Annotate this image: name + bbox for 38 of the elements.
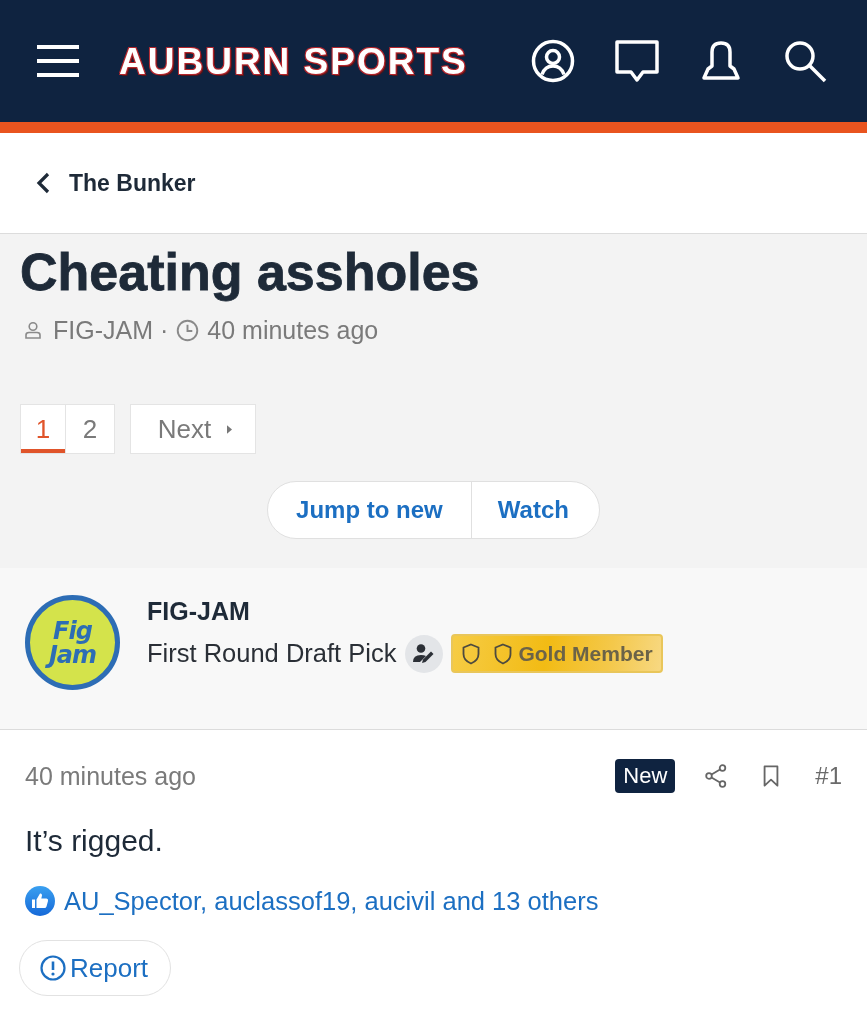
post-time: 40 minutes ago <box>25 761 196 791</box>
page-button[interactable]: 2 <box>65 404 115 454</box>
user-pen-icon <box>405 634 444 673</box>
badge-label: Gold Member <box>518 641 653 666</box>
username[interactable]: FIG-JAM <box>147 597 250 626</box>
avatar-logo-text: Fig Jam <box>42 618 103 667</box>
shield-icon <box>462 642 481 665</box>
thread-author[interactable]: FIG-JAM <box>53 315 153 345</box>
new-badge: New <box>615 759 676 793</box>
user-avatar[interactable]: Fig Jam <box>25 595 120 690</box>
user-icon <box>25 321 41 339</box>
search-icon[interactable] <box>783 39 827 83</box>
user-title: First Round Draft Pick <box>147 639 397 668</box>
site-logo[interactable]: AUBURN SPORTS <box>119 42 468 80</box>
chat-icon[interactable] <box>615 39 659 83</box>
bell-icon[interactable] <box>699 39 743 83</box>
post-body: It’s rigged. <box>25 823 163 859</box>
post-number-link[interactable]: #1 <box>815 762 842 790</box>
separator-dot: · <box>160 315 169 345</box>
clock-icon <box>176 318 200 342</box>
page-button[interactable]: 1 <box>20 404 66 454</box>
chevron-left-icon <box>36 172 50 194</box>
report-button[interactable]: Report <box>19 940 172 996</box>
like-icon <box>25 886 55 916</box>
shield-icon <box>494 642 513 665</box>
back-link[interactable]: The Bunker <box>36 169 196 197</box>
menu-icon[interactable] <box>37 45 79 77</box>
account-icon[interactable] <box>531 39 575 83</box>
exclamation-icon <box>40 955 66 981</box>
thread-action-button[interactable]: Jump to new <box>268 482 471 538</box>
share-icon[interactable] <box>705 764 728 788</box>
reactions-link[interactable]: AU_Spector, auclassof19, aucivil and 13 others <box>64 886 599 916</box>
bookmark-icon[interactable] <box>762 765 781 787</box>
caret-right-icon <box>227 424 233 434</box>
thread-title: Cheating assholes <box>20 242 480 303</box>
next-page-button[interactable]: Next <box>130 404 256 454</box>
thread-action-button[interactable]: Watch <box>470 482 599 538</box>
thread-time: 40 minutes ago <box>207 315 379 345</box>
